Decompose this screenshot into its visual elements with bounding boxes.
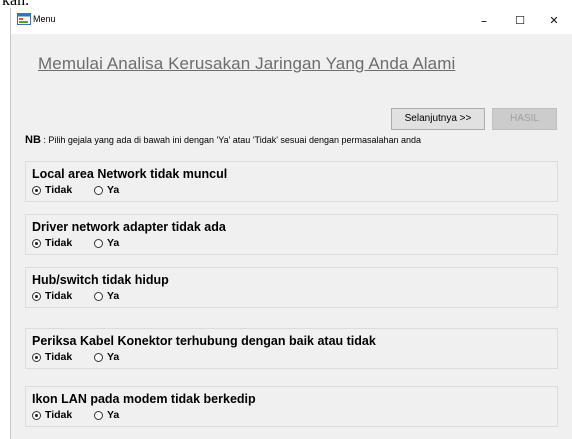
window-title: Menu [33,14,56,24]
page-title: Memulai Analisa Kerusakan Jaringan Yang … [38,54,456,73]
title-bar[interactable]: Menu – ☐ ✕ [11,8,572,34]
question-label: Periksa Kabel Konektor terhubung dengan … [32,334,376,348]
radio-label: Ya [107,237,120,249]
result-button[interactable]: HASIL [492,108,557,130]
radio-ya[interactable]: Ya [94,290,119,302]
radio-checked-icon [32,410,41,420]
radio-checked-icon [32,291,41,301]
radio-ya[interactable]: Ya [94,351,119,363]
question-group: Periksa Kabel Konektor terhubung dengan … [25,328,558,369]
radio-label: Ya [107,290,120,302]
question-group: Ikon LAN pada modem tidak berkedip Tidak… [25,386,558,427]
radio-unchecked-icon [94,410,103,420]
app-form-icon [17,13,31,25]
next-button[interactable]: Selanjutnya >> [391,108,485,130]
radio-label: Tidak [45,351,73,363]
question-group: Driver network adapter tidak ada Tidak Y… [25,214,558,255]
instruction-note: NB : Pilih gejala yang ada di bawah ini … [25,134,421,146]
radio-tidak[interactable]: Tidak [32,409,72,421]
radio-checked-icon [32,185,41,195]
radio-label: Tidak [45,409,73,421]
radio-tidak[interactable]: Tidak [32,351,72,363]
radio-label: Tidak [45,237,73,249]
question-label: Hub/switch tidak hidup [32,273,169,287]
radio-label: Ya [107,351,120,363]
close-button[interactable]: ✕ [539,10,569,32]
note-label: NB [25,134,41,146]
maximize-button[interactable]: ☐ [505,10,535,32]
question-label: Driver network adapter tidak ada [32,220,226,234]
background-text-strip: kan. [0,0,572,8]
radio-label: Tidak [45,290,73,302]
question-label: Local area Network tidak muncul [32,167,228,181]
note-text: : Pilih gejala yang ada di bawah ini den… [40,135,422,145]
minimize-button[interactable]: – [469,10,499,32]
radio-checked-icon [32,352,41,362]
background-text: kan. [2,0,29,8]
form-client-area: Memulai Analisa Kerusakan Jaringan Yang … [11,34,572,439]
question-group: Local area Network tidak muncul Tidak Ya [25,161,558,202]
radio-label: Tidak [45,184,73,196]
question-label: Ikon LAN pada modem tidak berkedip [32,392,256,406]
radio-label: Ya [107,184,120,196]
radio-checked-icon [32,238,41,248]
radio-unchecked-icon [94,238,103,248]
radio-tidak[interactable]: Tidak [32,184,72,196]
radio-ya[interactable]: Ya [94,237,119,249]
radio-tidak[interactable]: Tidak [32,290,72,302]
menu-window: Menu – ☐ ✕ Memulai Analisa Kerusakan Jar… [10,8,572,439]
radio-label: Ya [107,409,120,421]
question-group: Hub/switch tidak hidup Tidak Ya [25,267,558,308]
radio-tidak[interactable]: Tidak [32,237,72,249]
radio-unchecked-icon [94,291,103,301]
radio-unchecked-icon [94,352,103,362]
radio-ya[interactable]: Ya [94,184,119,196]
radio-ya[interactable]: Ya [94,409,119,421]
radio-unchecked-icon [94,185,103,195]
